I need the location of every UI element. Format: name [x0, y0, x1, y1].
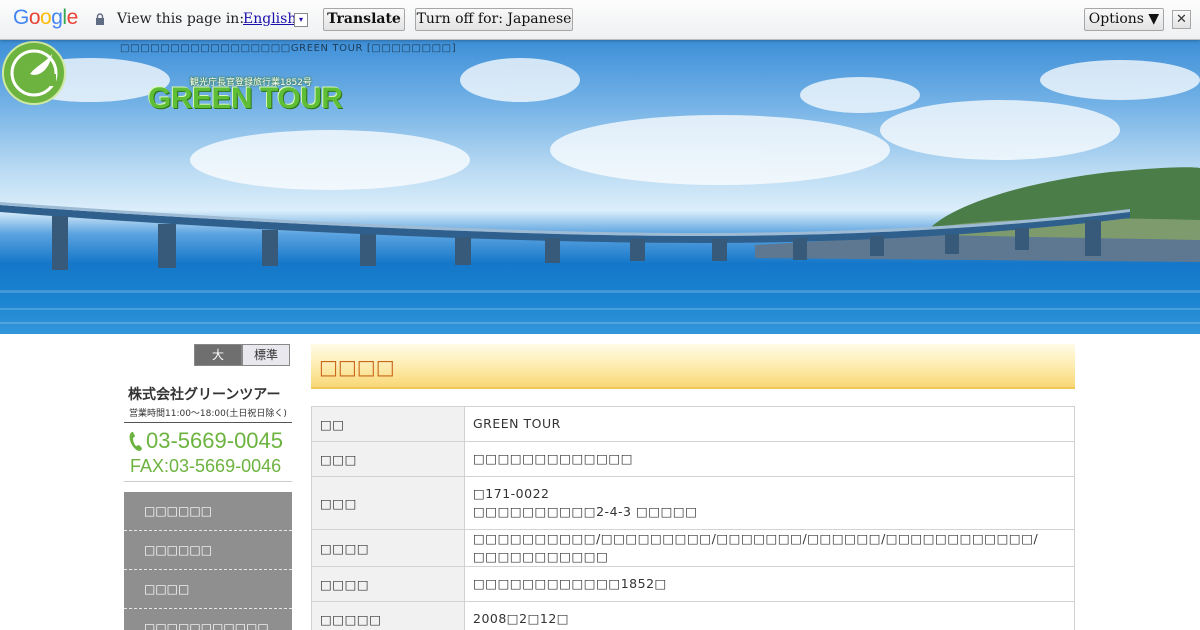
lock-icon	[96, 13, 104, 25]
row-label: □□□□	[311, 529, 465, 567]
row-value: GREEN TOUR	[464, 406, 1075, 442]
phone-icon	[129, 432, 142, 451]
page-title: □□□□	[311, 344, 1075, 389]
side-navigation: □□□□□□ □□□□□□ □□□□ □□□□□□□□□□□	[124, 492, 292, 630]
row-value-line: □171-0022	[473, 486, 550, 501]
row-value-line: □□□□□□□□□□/□□□□□□□□□/□□□□□□□/□□□□□□/□□□□…	[473, 531, 1039, 564]
translate-button[interactable]: Translate	[323, 8, 405, 31]
row-value: 2008□2□12□	[464, 601, 1075, 630]
row-label: □□□	[311, 476, 465, 530]
close-icon[interactable]: ✕	[1172, 10, 1191, 29]
table-row: □□□□□ 2008□2□12□	[311, 601, 1075, 630]
language-link[interactable]: English	[243, 11, 296, 27]
table-row: □□□ □171-0022 □□□□□□□□□□2-4-3 □□□□□	[311, 476, 1075, 530]
sidebar-nav-item[interactable]: □□□□□□□□□□□	[124, 609, 292, 630]
fax-number: FAX:03-5669-0046	[130, 456, 282, 476]
row-label: □□□□	[311, 566, 465, 602]
business-hours: 営業時間11:00〜18:00(土日祝日除く)	[129, 409, 287, 419]
sidebar-nav-item[interactable]: □□□□□□	[124, 531, 292, 570]
table-row: □□□□ □□□□□□□□□□/□□□□□□□□□/□□□□□□□/□□□□□□…	[311, 529, 1075, 567]
company-contact-box: 株式会社グリーンツアー 営業時間11:00〜18:00(土日祝日除く) 03-5…	[124, 380, 292, 482]
row-value-line: □□□□□□□□□□□□1852□	[473, 576, 667, 591]
language-dropdown-icon[interactable]: ▾	[294, 13, 308, 27]
google-logo: Google	[13, 6, 78, 29]
view-page-text: View this page in:	[117, 11, 245, 27]
company-info-table: □□ GREEN TOUR □□□ □□□□□□□□□□□□□ □□□ □171…	[311, 406, 1075, 630]
row-label: □□□	[311, 441, 465, 477]
row-label: □□□□□	[311, 601, 465, 630]
translate-bar: Google View this page in: English ▾ Tran…	[0, 0, 1200, 40]
table-row: □□□ □□□□□□□□□□□□□	[311, 441, 1075, 477]
row-value-line: □□□□□□□□□□2-4-3 □□□□□	[473, 504, 698, 519]
row-label: □□	[311, 406, 465, 442]
row-value: □171-0022 □□□□□□□□□□2-4-3 □□□□□	[464, 476, 1075, 530]
phone-number[interactable]: 03-5669-0045	[146, 428, 283, 454]
sidebar-nav-item[interactable]: □□□□	[124, 570, 292, 609]
table-row: □□□□ □□□□□□□□□□□□1852□	[311, 566, 1075, 602]
row-value: □□□□□□□□□□□□□	[464, 441, 1075, 477]
turn-off-button[interactable]: Turn off for: Japanese	[415, 8, 573, 31]
sidebar-nav-item[interactable]: □□□□□□	[124, 492, 292, 531]
row-value-line: GREEN TOUR	[473, 416, 561, 431]
divider	[124, 422, 292, 423]
row-value: □□□□□□□□□□□□1852□	[464, 566, 1075, 602]
font-size-standard-button[interactable]: 標準	[242, 344, 290, 366]
row-value-line: 2008□2□12□	[473, 611, 570, 626]
options-button[interactable]: Options ▼	[1084, 8, 1164, 31]
header-banner: □□□□□□□□□□□□□□□□□GREEN TOUR [□□□□□□□□] 観…	[0, 40, 1200, 334]
company-name: 株式会社グリーンツアー	[128, 387, 281, 403]
font-size-large-button[interactable]: 大	[194, 344, 242, 366]
row-value-line: □□□□□□□□□□□□□	[473, 451, 634, 466]
logo-text[interactable]: GREEN TOUR	[148, 82, 343, 116]
table-row: □□ GREEN TOUR	[311, 406, 1075, 442]
font-size-switcher: 大 標準	[194, 344, 292, 367]
row-value: □□□□□□□□□□/□□□□□□□□□/□□□□□□□/□□□□□□/□□□□…	[464, 529, 1075, 567]
